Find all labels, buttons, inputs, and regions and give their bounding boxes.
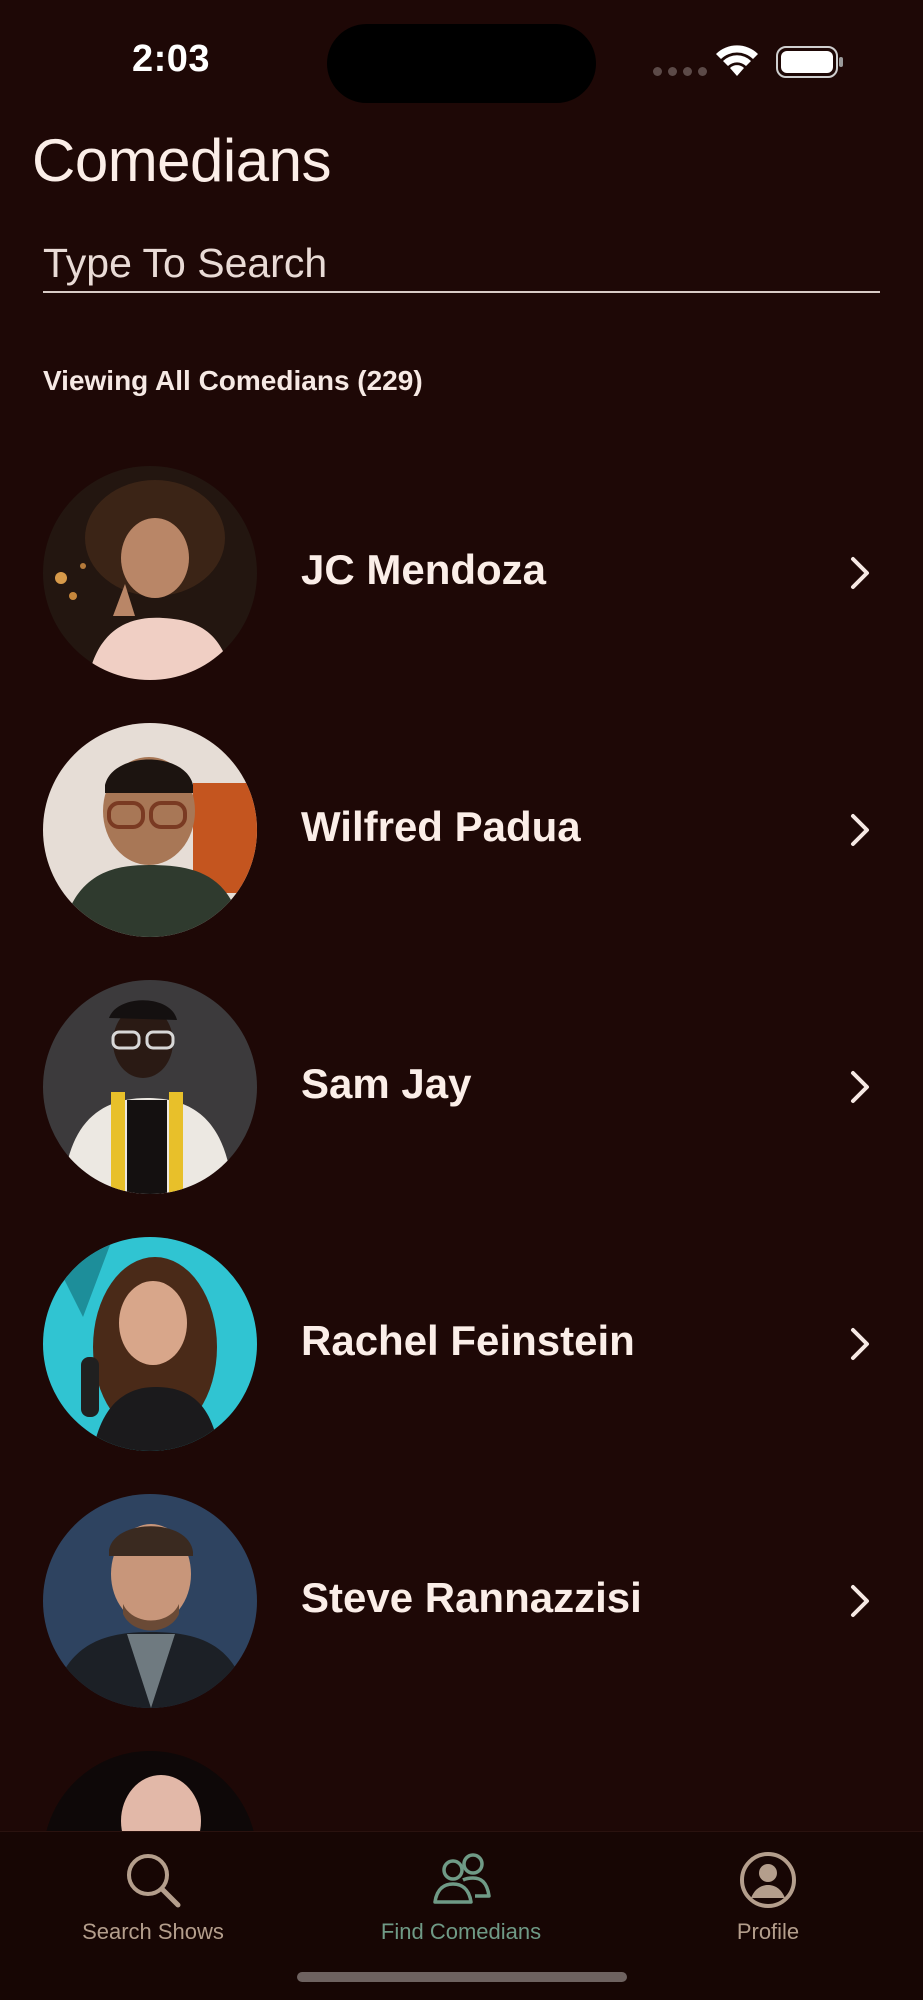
person-circle-icon [740,1852,796,1908]
search-input[interactable] [43,235,880,291]
cellular-signal-icon [653,67,707,76]
people-icon [433,1853,491,1904]
list-item[interactable]: Wilfred Padua [0,723,923,980]
home-indicator [297,1972,627,1982]
search-field[interactable] [43,235,880,293]
comedian-name: Rachel Feinstein [301,1317,635,1364]
tab-label: Profile [736,1919,800,1944]
status-time: 2:03 [132,38,211,80]
comedian-name: Sam Jay [301,1060,472,1107]
battery-icon [776,46,843,78]
comedian-name: Wilfred Padua [301,803,581,850]
chevron-right-icon [851,814,869,846]
comedian-name: JC Mendoza [301,546,547,593]
chevron-right-icon [851,1328,869,1360]
tab-label: Search Shows [82,1919,224,1944]
chevron-right-icon [851,557,869,589]
comedians-screen: 2:03 Comedians Viewing All Comedians (22… [0,0,923,2000]
search-icon [127,1854,181,1908]
results-count-label: Viewing All Comedians (229) [43,365,423,396]
avatar [43,1494,257,1708]
chevron-right-icon [851,1585,869,1617]
page-title: Comedians [32,127,332,194]
avatar [43,466,257,680]
comedian-name: Steve Rannazzisi [301,1574,642,1621]
avatar [43,1237,257,1451]
chevron-right-icon [851,1071,869,1103]
tab-search-shows[interactable]: Search Shows [23,1850,283,1945]
comedian-list: JC Mendoza Wilfred Padua Sam Jay Rachel … [0,466,923,2000]
avatar [43,980,257,1194]
list-item[interactable]: Rachel Feinstein [0,1237,923,1494]
tab-find-comedians[interactable]: Find Comedians [331,1850,591,1945]
list-item[interactable]: Sam Jay [0,980,923,1237]
list-item[interactable]: JC Mendoza [0,466,923,723]
avatar [43,723,257,937]
wifi-icon [716,45,758,76]
dynamic-island [327,24,596,103]
tab-profile[interactable]: Profile [638,1850,898,1945]
list-item[interactable]: Steve Rannazzisi [0,1494,923,1751]
tab-label: Find Comedians [380,1919,542,1944]
